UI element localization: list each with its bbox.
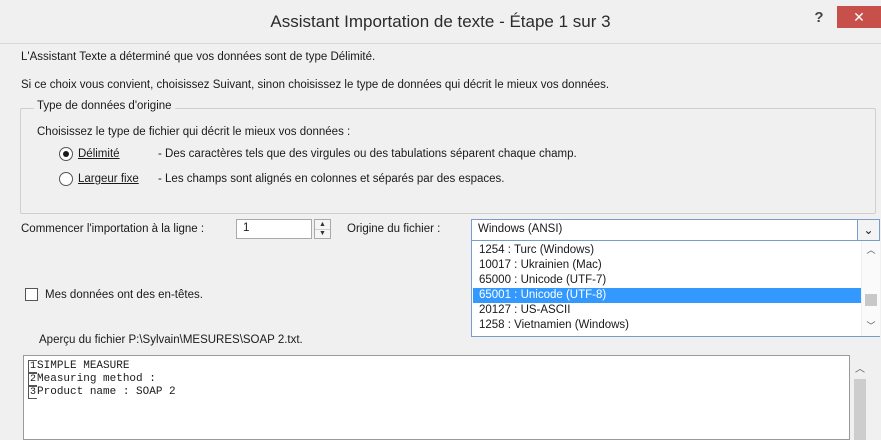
data-type-group xyxy=(20,108,876,214)
scroll-thumb[interactable] xyxy=(865,294,877,306)
dropdown-scrollbar[interactable]: ︿ ﹀ xyxy=(861,241,880,336)
file-origin-dropdown: 1254 : Turc (Windows) 10017 : Ukrainien … xyxy=(471,240,880,337)
window-title: Assistant Importation de texte - Étape 1… xyxy=(270,12,611,31)
file-origin-select[interactable]: Windows (ANSI) xyxy=(471,219,858,241)
scroll-up-icon[interactable]: ︿ xyxy=(850,360,870,375)
preview-row: 3Product name : SOAP 2 xyxy=(28,386,176,399)
data-type-prompt: Choisissez le type de fichier qui décrit… xyxy=(37,126,351,138)
preview-row-number: 3 xyxy=(28,386,38,399)
dropdown-option[interactable]: 10017 : Ukrainien (Mac) xyxy=(473,258,861,273)
close-button[interactable]: ✕ xyxy=(837,6,881,28)
intro-line-1: L'Assistant Texte a déterminé que vos do… xyxy=(21,51,376,63)
fixed-width-radio[interactable] xyxy=(59,172,73,186)
help-button[interactable]: ? xyxy=(808,8,830,28)
dropdown-option[interactable]: 20127 : US-ASCII xyxy=(473,303,861,318)
preview-label: Aperçu du fichier P:\Sylvain\MESURES\SOA… xyxy=(39,334,303,346)
scroll-down-icon[interactable]: ﹀ xyxy=(862,319,880,333)
headers-label[interactable]: Mes données ont des en-têtes. xyxy=(45,289,203,301)
scroll-up-icon[interactable]: ︿ xyxy=(862,243,880,257)
preview-row-text: SIMPLE MEASURE xyxy=(37,360,130,372)
scroll-thumb[interactable] xyxy=(854,379,866,440)
preview-row: 1SIMPLE MEASURE xyxy=(28,360,129,373)
dropdown-option[interactable]: 65000 : Unicode (UTF-7) xyxy=(473,273,861,288)
preview-scrollbar[interactable]: ︿ xyxy=(850,355,870,440)
headers-checkbox[interactable] xyxy=(25,288,38,301)
fixed-width-description: - Les champs sont alignés en colonnes et… xyxy=(158,173,505,185)
dialog-body: L'Assistant Texte a déterminé que vos do… xyxy=(0,44,881,440)
preview-row-text: Measuring method : xyxy=(37,373,156,385)
dropdown-option[interactable]: 1258 : Vietnamien (Windows) xyxy=(473,318,861,333)
file-preview: 1SIMPLE MEASURE 2Measuring method : 3Pro… xyxy=(23,355,850,440)
preview-row-number: 1 xyxy=(28,360,38,373)
preview-row-number: 2 xyxy=(28,373,38,386)
spinner-down-icon[interactable]: ▼ xyxy=(315,229,330,238)
intro-line-2: Si ce choix vous convient, choisissez Su… xyxy=(21,79,610,91)
delimited-radio[interactable] xyxy=(59,147,73,161)
start-row-input[interactable]: 1 xyxy=(236,219,312,239)
dropdown-option[interactable]: 1254 : Turc (Windows) xyxy=(473,243,861,258)
start-row-spinner[interactable]: ▲ ▼ xyxy=(314,219,331,239)
fixed-width-label[interactable]: Largeur fixe xyxy=(78,173,139,185)
preview-row: 2Measuring method : xyxy=(28,373,156,386)
delimited-description: - Des caractères tels que des virgules o… xyxy=(158,148,577,160)
preview-row-text: Product name : SOAP 2 xyxy=(37,386,176,398)
start-row-label: Commencer l'importation à la ligne : xyxy=(21,223,205,235)
delimited-label[interactable]: Délimité xyxy=(78,148,120,160)
file-origin-label: Origine du fichier : xyxy=(347,223,441,235)
chevron-down-icon[interactable]: ⌄ xyxy=(858,219,880,241)
title-bar: Assistant Importation de texte - Étape 1… xyxy=(0,0,881,44)
dropdown-option-selected[interactable]: 65001 : Unicode (UTF-8) xyxy=(473,288,861,303)
data-type-legend: Type de données d'origine xyxy=(34,100,175,112)
